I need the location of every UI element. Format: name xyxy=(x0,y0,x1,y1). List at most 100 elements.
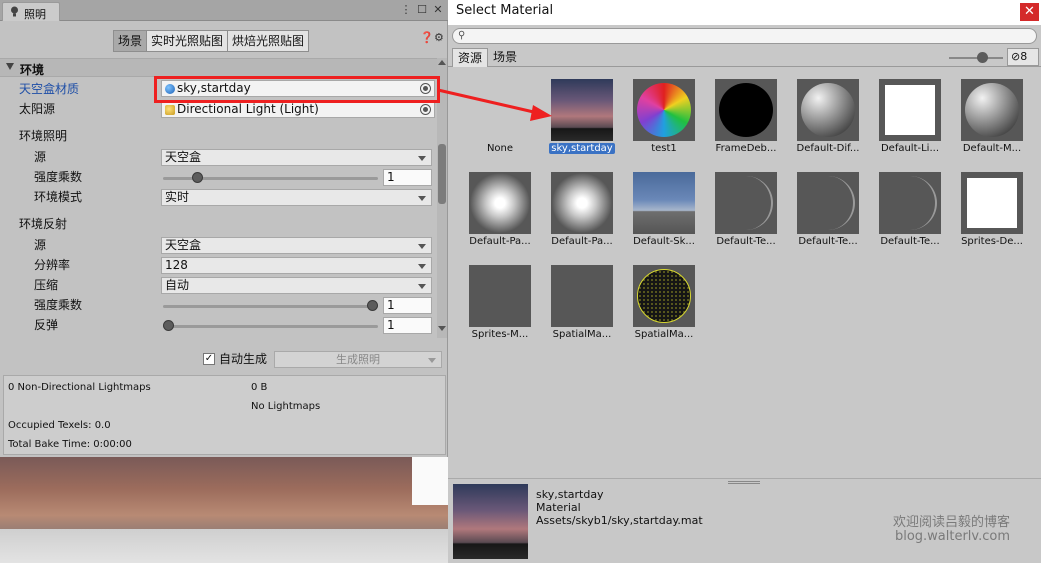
refl-intensity-slider[interactable] xyxy=(163,305,378,308)
material-label-text: Default-Sk... xyxy=(633,236,695,247)
settings-icon[interactable]: ⚙ xyxy=(434,31,444,44)
help-icon[interactable]: ❓ xyxy=(420,31,434,44)
scroll-up-icon[interactable] xyxy=(438,60,446,65)
material-item[interactable]: SpatialMa... xyxy=(625,265,703,357)
material-item[interactable]: Default-Dif... xyxy=(789,79,867,171)
env-intensity-input[interactable]: 1 xyxy=(383,169,432,186)
material-thumbnail xyxy=(469,265,531,327)
search-input[interactable]: ⚲ xyxy=(452,28,1037,44)
material-thumbnail xyxy=(797,172,859,234)
annotation-arrow-icon xyxy=(437,88,552,121)
material-thumbnail xyxy=(879,79,941,141)
material-thumbnail xyxy=(469,172,531,234)
material-thumbnail xyxy=(633,265,695,327)
no-lightmaps-text: No Lightmaps xyxy=(251,401,321,412)
search-icon: ⚲ xyxy=(458,30,466,41)
close-icon[interactable]: ✕ xyxy=(432,3,444,17)
refl-intensity-slider-handle[interactable] xyxy=(367,300,378,311)
resolution-value: 128 xyxy=(165,258,188,272)
resolution-dropdown[interactable]: 128 xyxy=(161,257,432,274)
lighting-tab[interactable]: 照明 xyxy=(2,2,60,21)
sun-source-label: 太阳源 xyxy=(19,102,56,116)
material-label: test1 xyxy=(625,143,703,154)
refl-source-label: 源 xyxy=(34,238,47,252)
refl-source-dropdown[interactable]: 天空盒 xyxy=(161,237,432,254)
hidden-packages-toggle[interactable]: ⊘8 xyxy=(1007,48,1039,66)
bounces-slider[interactable] xyxy=(163,325,378,328)
bake-time-text: Total Bake Time: 0:00:00 xyxy=(8,439,132,450)
refl-source-value: 天空盒 xyxy=(165,238,202,252)
compression-value: 自动 xyxy=(165,278,190,292)
generate-lighting-button[interactable]: 生成照明 xyxy=(274,351,442,368)
material-item[interactable]: Default-Te... xyxy=(707,172,785,264)
material-thumbnail xyxy=(551,172,613,234)
material-thumbnail xyxy=(551,79,613,141)
lightbulb-icon xyxy=(11,6,18,17)
material-label-text: Default-Li... xyxy=(880,143,940,154)
compression-dropdown[interactable]: 自动 xyxy=(161,277,432,294)
selected-material-name: sky,startday xyxy=(536,488,604,501)
mode-baked-lightmaps[interactable]: 烘焙光照贴图 xyxy=(228,30,310,52)
material-item[interactable]: Default-M... xyxy=(953,79,1031,171)
window-menu-icon[interactable]: ⋮ xyxy=(400,3,412,17)
mode-scene[interactable]: 场景 xyxy=(113,30,148,52)
scrollbar-thumb[interactable] xyxy=(438,144,446,204)
bounces-slider-handle[interactable] xyxy=(163,320,174,331)
material-label-text: None xyxy=(486,143,514,154)
material-item[interactable]: Sprites-De... xyxy=(953,172,1031,264)
thumbnail-size-handle[interactable] xyxy=(977,52,988,63)
watermark-line1: 欢迎阅读吕毅的博客 xyxy=(892,515,1010,530)
material-item[interactable]: Default-Te... xyxy=(789,172,867,264)
material-item[interactable]: Sprites-M... xyxy=(461,265,539,357)
mode-realtime-lightmaps[interactable]: 实时光照贴图 xyxy=(147,30,229,52)
selected-material-preview xyxy=(453,484,528,559)
material-label: FrameDeb... xyxy=(707,143,785,154)
material-item[interactable]: Default-Te... xyxy=(871,172,949,264)
sun-source-field[interactable]: Directional Light (Light) xyxy=(161,101,435,118)
material-item[interactable]: Default-Pa... xyxy=(543,172,621,264)
occupied-texels-text: Occupied Texels: 0.0 xyxy=(8,420,111,431)
material-thumbnail xyxy=(715,172,777,234)
material-label: Default-Li... xyxy=(871,143,949,154)
material-item[interactable]: FrameDeb... xyxy=(707,79,785,171)
maximize-icon[interactable]: ☐ xyxy=(416,3,428,17)
auto-generate-checkbox[interactable]: ✓ xyxy=(203,353,215,365)
bounces-input[interactable]: 1 xyxy=(383,317,432,334)
environment-section-header[interactable]: 环境 xyxy=(0,58,437,77)
foldout-arrow-icon xyxy=(6,63,14,70)
material-label-text: Default-Te... xyxy=(716,236,776,247)
material-item[interactable]: SpatialMa... xyxy=(543,265,621,357)
material-item[interactable]: Default-Li... xyxy=(871,79,949,171)
material-label-text: test1 xyxy=(651,143,677,154)
panel-resize-handle[interactable] xyxy=(728,481,760,484)
preview-blur-bar xyxy=(0,529,448,563)
material-item[interactable]: Default-Sk... xyxy=(625,172,703,264)
material-item[interactable]: test1 xyxy=(625,79,703,171)
material-label: Default-Te... xyxy=(871,236,949,247)
tab-assets[interactable]: 资源 xyxy=(452,48,489,67)
hidden-count: 8 xyxy=(1020,50,1028,63)
material-label: Default-M... xyxy=(953,143,1031,154)
env-source-dropdown[interactable]: 天空盒 xyxy=(161,149,432,166)
material-thumbnail xyxy=(879,172,941,234)
preview-highlight xyxy=(412,457,448,505)
material-thumbnail xyxy=(551,265,613,327)
tab-scene[interactable]: 场景 xyxy=(488,48,522,67)
env-intensity-slider-handle[interactable] xyxy=(191,172,203,183)
material-label: Default-Pa... xyxy=(461,236,539,247)
close-window-button[interactable]: ✕ xyxy=(1020,3,1039,21)
scroll-down-icon[interactable] xyxy=(438,326,446,331)
material-thumbnail xyxy=(961,79,1023,141)
refl-intensity-input[interactable]: 1 xyxy=(383,297,432,314)
material-label: Default-Pa... xyxy=(543,236,621,247)
material-label-text: SpatialMa... xyxy=(552,329,612,340)
refl-intensity-label: 强度乘数 xyxy=(34,298,83,312)
highlight-box xyxy=(154,76,440,103)
material-item[interactable]: Default-Pa... xyxy=(461,172,539,264)
material-label-text: Sprites-De... xyxy=(961,236,1023,247)
env-mode-dropdown[interactable]: 实时 xyxy=(161,189,432,206)
material-label-text: sky,startday xyxy=(549,143,615,154)
env-source-label: 源 xyxy=(34,150,47,164)
sun-source-value: Directional Light (Light) xyxy=(177,102,319,116)
thumbnail-size-slider[interactable] xyxy=(949,57,1003,59)
